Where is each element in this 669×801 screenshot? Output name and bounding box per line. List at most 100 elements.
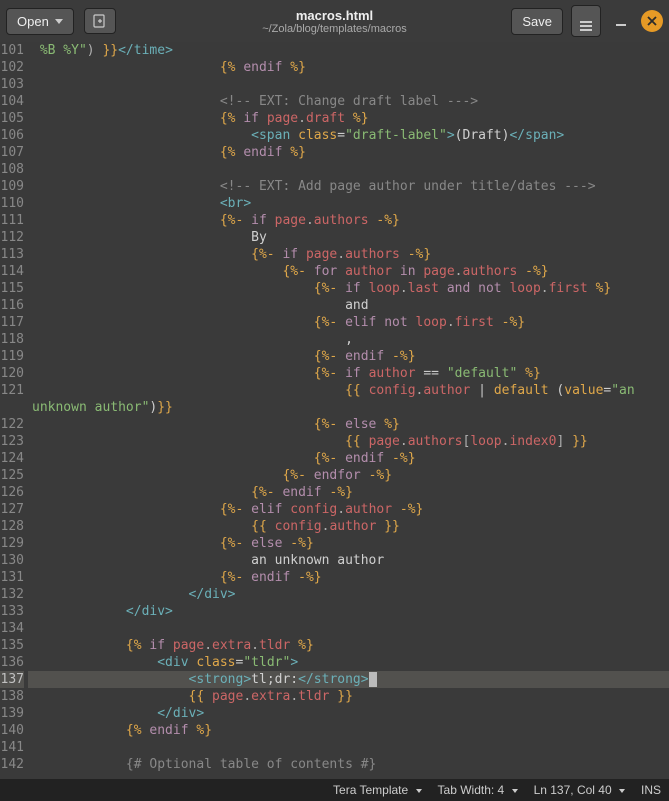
line-number: 132 [0, 586, 24, 603]
code-line[interactable] [28, 620, 669, 637]
language-label: Tera Template [333, 783, 408, 797]
code-line[interactable]: <!-- EXT: Add page author under title/da… [28, 178, 669, 195]
line-number: 109 [0, 178, 24, 195]
editor-area[interactable]: 1011021031041051061071081091101111121131… [0, 42, 669, 779]
code-line[interactable]: and [28, 297, 669, 314]
code-line[interactable]: {%- endif -%} [28, 348, 669, 365]
line-number: 111 [0, 212, 24, 229]
chevron-down-icon [55, 19, 63, 24]
open-button[interactable]: Open [6, 8, 74, 35]
line-number: 140 [0, 722, 24, 739]
hamburger-icon [580, 21, 592, 31]
line-number: 123 [0, 433, 24, 450]
close-icon [647, 16, 657, 26]
code-line[interactable]: {% if page.draft %} [28, 110, 669, 127]
line-number: 118 [0, 331, 24, 348]
line-number: 117 [0, 314, 24, 331]
code-line[interactable]: {%- endif -%} [28, 484, 669, 501]
line-number: 112 [0, 229, 24, 246]
line-number: 115 [0, 280, 24, 297]
code-line[interactable]: <br> [28, 195, 669, 212]
chevron-down-icon [416, 789, 422, 793]
line-number: 126 [0, 484, 24, 501]
line-number: 128 [0, 518, 24, 535]
line-number: 134 [0, 620, 24, 637]
line-number: 142 [0, 756, 24, 773]
line-number [0, 399, 24, 416]
code-line[interactable]: %B %Y") }}</time> [28, 42, 669, 59]
line-number: 122 [0, 416, 24, 433]
open-label: Open [17, 14, 49, 29]
code-line[interactable]: <!-- EXT: Change draft label ---> [28, 93, 669, 110]
code-line[interactable]: {# Optional table of contents #} [28, 756, 669, 773]
code-line[interactable]: {{ page.extra.tldr }} [28, 688, 669, 705]
code-line[interactable]: an unknown author [28, 552, 669, 569]
line-number: 107 [0, 144, 24, 161]
code-line[interactable]: {%- elif not loop.first -%} [28, 314, 669, 331]
line-number: 110 [0, 195, 24, 212]
code-line[interactable]: {{ config.author | default (value="an [28, 382, 669, 399]
line-number: 141 [0, 739, 24, 756]
code-line[interactable]: {%- endif -%} [28, 569, 669, 586]
line-number: 103 [0, 76, 24, 93]
code-line[interactable]: {%- else %} [28, 416, 669, 433]
save-button[interactable]: Save [511, 8, 563, 35]
cursor-position[interactable]: Ln 137, Col 40 [534, 783, 625, 797]
new-document-button[interactable] [84, 8, 116, 34]
code-line[interactable]: <span class="draft-label">(Draft)</span> [28, 127, 669, 144]
code-line[interactable]: {%- for author in page.authors -%} [28, 263, 669, 280]
code-line[interactable]: <div class="tldr"> [28, 654, 669, 671]
line-number: 105 [0, 110, 24, 127]
line-number: 121 [0, 382, 24, 399]
new-document-icon [93, 14, 107, 28]
line-number: 129 [0, 535, 24, 552]
minimize-button[interactable] [609, 9, 633, 33]
code-line[interactable] [28, 161, 669, 178]
line-number: 120 [0, 365, 24, 382]
code-line[interactable]: {{ page.authors[loop.index0] }} [28, 433, 669, 450]
code-area[interactable]: %B %Y") }}</time> {% endif %} <!-- EXT: … [28, 42, 669, 779]
code-line[interactable]: {{ config.author }} [28, 518, 669, 535]
insert-mode[interactable]: INS [641, 783, 661, 797]
status-bar: Tera Template Tab Width: 4 Ln 137, Col 4… [0, 779, 669, 801]
line-number: 137 [0, 671, 24, 688]
code-line[interactable]: </div> [28, 705, 669, 722]
code-line[interactable]: {%- else -%} [28, 535, 669, 552]
code-line[interactable]: , [28, 331, 669, 348]
code-line[interactable]: {%- if loop.last and not loop.first %} [28, 280, 669, 297]
line-number: 124 [0, 450, 24, 467]
line-number: 130 [0, 552, 24, 569]
insert-mode-label: INS [641, 783, 661, 797]
code-line[interactable]: {%- endif -%} [28, 450, 669, 467]
code-line[interactable] [28, 739, 669, 756]
code-line[interactable]: {% endif %} [28, 722, 669, 739]
tab-width-selector[interactable]: Tab Width: 4 [438, 783, 518, 797]
code-line[interactable]: {% if page.extra.tldr %} [28, 637, 669, 654]
code-line[interactable]: <strong>tl;dr:</strong> [28, 671, 669, 688]
code-line[interactable]: {%- elif config.author -%} [28, 501, 669, 518]
code-line[interactable]: </div> [28, 586, 669, 603]
line-number-gutter: 1011021031041051061071081091101111121131… [0, 42, 28, 779]
code-line[interactable]: {%- if page.authors -%} [28, 246, 669, 263]
cursor-position-label: Ln 137, Col 40 [534, 783, 612, 797]
code-line[interactable]: {% endif %} [28, 144, 669, 161]
line-number: 135 [0, 637, 24, 654]
line-number: 139 [0, 705, 24, 722]
code-line[interactable]: {%- if page.authors -%} [28, 212, 669, 229]
code-line[interactable]: By [28, 229, 669, 246]
hamburger-menu-button[interactable] [571, 5, 601, 37]
line-number: 125 [0, 467, 24, 484]
code-line[interactable]: {%- endfor -%} [28, 467, 669, 484]
code-line[interactable]: </div> [28, 603, 669, 620]
line-number: 119 [0, 348, 24, 365]
code-line[interactable]: {%- if author == "default" %} [28, 365, 669, 382]
code-line[interactable]: {% endif %} [28, 59, 669, 76]
code-line[interactable]: unknown author")}} [28, 399, 669, 416]
line-number: 104 [0, 93, 24, 110]
line-number: 133 [0, 603, 24, 620]
language-selector[interactable]: Tera Template [333, 783, 422, 797]
line-number: 108 [0, 161, 24, 178]
code-line[interactable] [28, 76, 669, 93]
close-window-button[interactable] [641, 10, 663, 32]
line-number: 101 [0, 42, 24, 59]
